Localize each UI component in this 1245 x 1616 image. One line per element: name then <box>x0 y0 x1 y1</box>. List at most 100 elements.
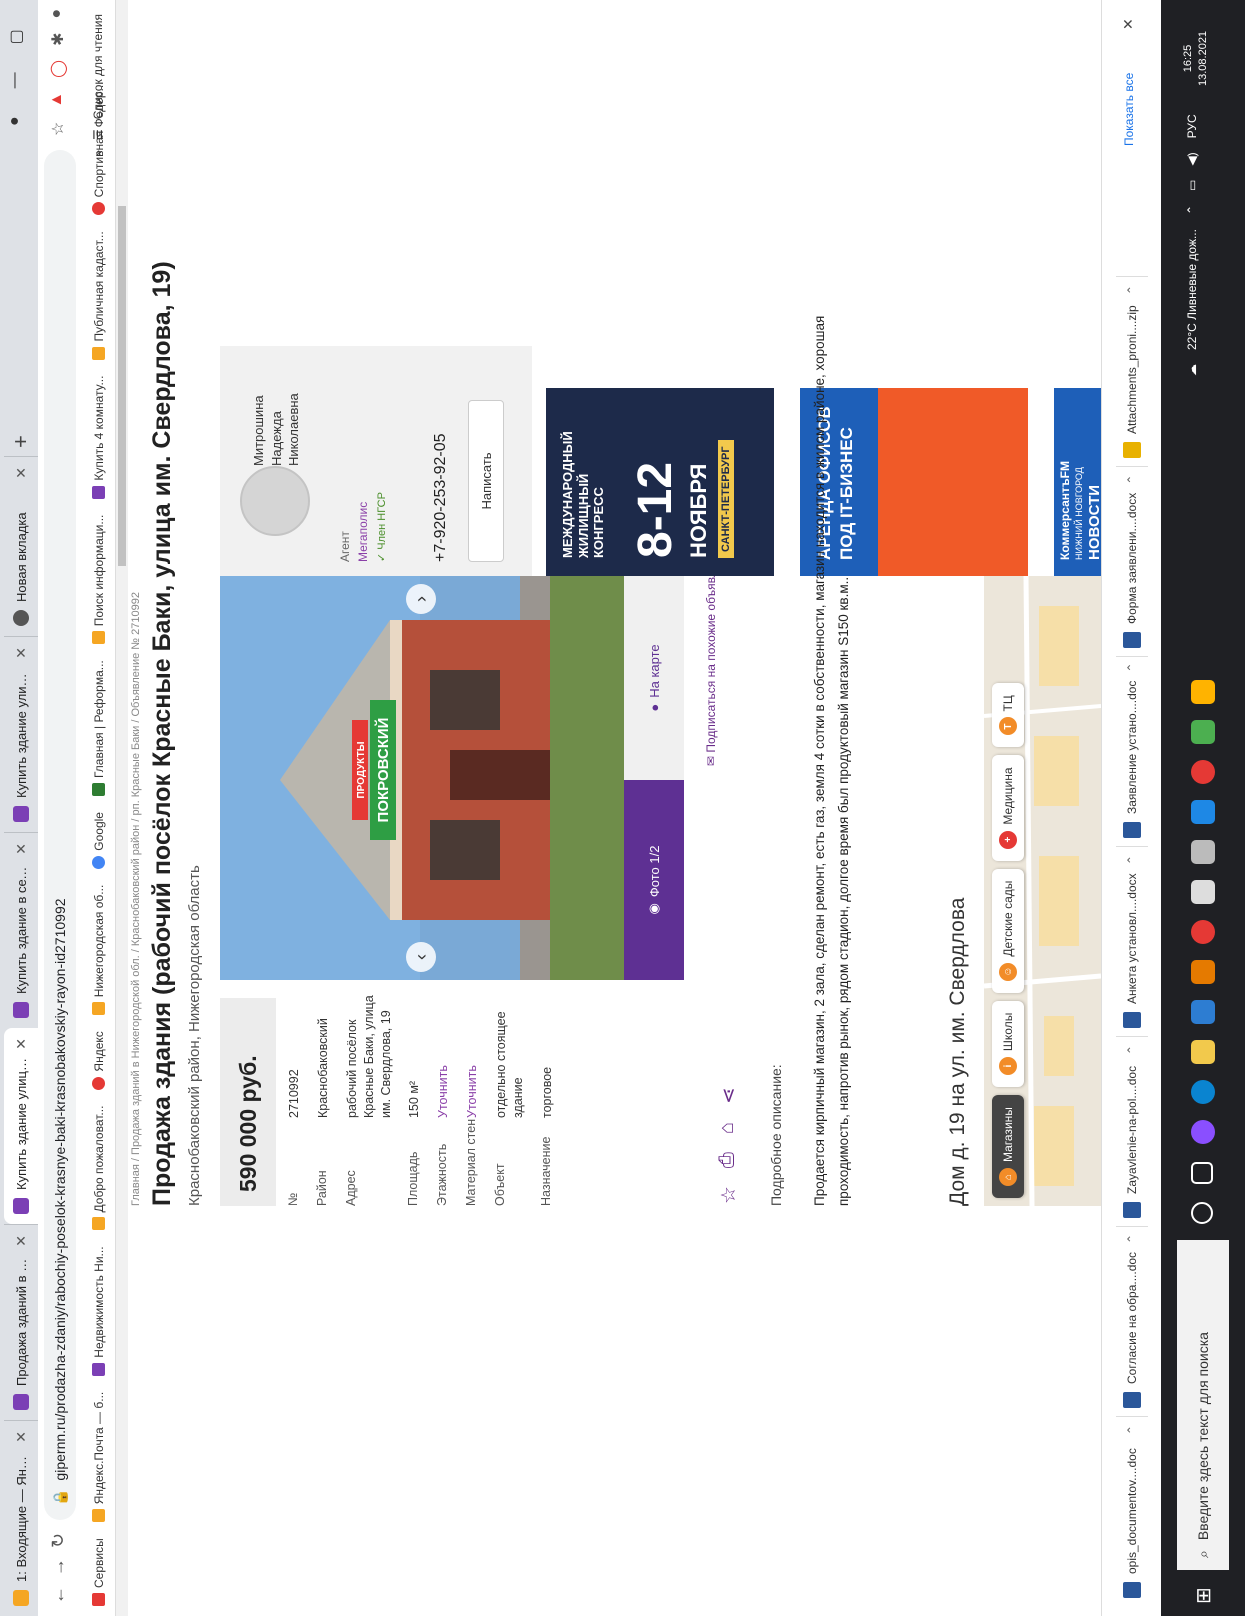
app-icon[interactable] <box>1191 800 1215 824</box>
close-tab-icon[interactable]: ✕ <box>13 467 30 479</box>
favorite-star-icon[interactable]: ☆ <box>716 1186 741 1204</box>
pdf-extension-icon[interactable]: ▲ <box>48 92 68 108</box>
edge-icon[interactable] <box>1191 1080 1215 1104</box>
ad-kommersant[interactable]: КоммерсантъFM НИЖНИЙ НОВГОРОД НОВОСТИ <box>1054 388 1101 576</box>
map-chip-kindergartens[interactable]: ☺ Детские сады <box>992 868 1024 993</box>
extensions-icon[interactable]: ✱ <box>48 33 68 46</box>
file-explorer-icon[interactable] <box>1191 1040 1215 1064</box>
app-icon[interactable] <box>1191 880 1215 904</box>
tab-active-listing[interactable]: Купить здание улица им. Сверд ✕ <box>4 1028 38 1224</box>
map-chip-medicine[interactable]: + Медицина <box>992 755 1024 861</box>
chevron-up-icon[interactable]: ⌃ <box>1125 475 1139 485</box>
bookmark-6[interactable]: Google <box>92 812 106 869</box>
scrollbar-thumb[interactable] <box>118 206 126 566</box>
forward-icon[interactable]: → <box>48 1558 69 1576</box>
app-icon[interactable] <box>1191 720 1215 744</box>
clarify-floors-link[interactable]: Уточнить <box>435 986 452 1118</box>
cortana-icon[interactable] <box>1191 1202 1213 1224</box>
bookmarks-more-button[interactable]: » <box>91 150 105 157</box>
language-indicator[interactable]: РУС <box>1185 114 1199 138</box>
new-tab-button[interactable]: + <box>8 435 34 448</box>
share-home-icon[interactable]: ⌂ <box>716 1122 741 1134</box>
agent-company-link[interactable]: Мегаполис <box>356 502 370 562</box>
chevron-up-icon[interactable]: ⌃ <box>1125 1234 1139 1244</box>
chrome-icon[interactable] <box>1191 920 1215 944</box>
taskbar-search[interactable]: ⌕ Введите здесь текст для поиска <box>1177 1240 1229 1570</box>
app-icon[interactable] <box>1191 840 1215 864</box>
yandex-browser-icon[interactable] <box>1191 760 1215 784</box>
bookmark-7[interactable]: Главная | Реформа... <box>92 660 106 797</box>
volume-icon[interactable]: ◀) <box>1185 152 1199 165</box>
close-window-icon[interactable]: ✕ <box>6 0 26 1</box>
bookmark-2[interactable]: Недвижимость Ни... <box>92 1246 106 1376</box>
chevron-up-icon[interactable]: ⌃ <box>1125 855 1139 865</box>
bookmark-5[interactable]: Нижегородская об... <box>92 885 106 1016</box>
reading-list-button[interactable]: Список для чтения <box>91 14 105 119</box>
bookmark-8[interactable]: Поиск информаци... <box>92 515 106 645</box>
download-item[interactable]: Attachments_proni....zip ⌃ <box>1116 276 1148 466</box>
bookmark-3[interactable]: Добро пожаловат... <box>92 1106 106 1231</box>
app-icon[interactable] <box>1191 960 1215 984</box>
windows-start-icon[interactable]: ⊞ <box>1191 1587 1216 1604</box>
tab-sokolova[interactable]: Купить здание улица Соколова ✕ <box>4 636 38 832</box>
chevron-up-icon[interactable]: ⌃ <box>1125 285 1139 295</box>
listing-photo[interactable]: ПОКРОВСКИЙ ПРОДУКТЫ ‹ › <box>220 576 624 980</box>
subscribe-link[interactable]: ✉ Подписаться на похожие объявления <box>704 544 718 766</box>
map-chip-malls[interactable]: T ТЦ <box>992 683 1024 748</box>
chevron-up-icon[interactable]: ⌃ <box>1125 1425 1139 1435</box>
clarify-material-link[interactable]: Уточнить <box>464 986 481 1118</box>
profile-icon[interactable]: ● <box>6 116 26 126</box>
download-item[interactable]: Анкета установл....docx ⌃ <box>1116 846 1148 1036</box>
app-icon[interactable] <box>1191 680 1215 704</box>
photo-counter-button[interactable]: ◉ Фото 1/2 <box>624 780 684 980</box>
download-item[interactable]: Заявление устано....doc ⌃ <box>1116 656 1148 846</box>
tray-expand-icon[interactable]: ⌃ <box>1185 205 1199 215</box>
profile-avatar-icon[interactable]: ● <box>48 9 68 19</box>
download-item[interactable]: Zayavlenie-na-pol....doc ⌃ <box>1116 1036 1148 1226</box>
store-icon[interactable] <box>1191 1000 1215 1024</box>
bookmark-10[interactable]: Публичная кадаст... <box>92 231 106 360</box>
horizontal-scrollbar[interactable] <box>116 0 128 1616</box>
photo-next-arrow[interactable]: › <box>406 584 436 614</box>
print-icon[interactable]: ⎙ <box>716 1152 741 1168</box>
map-chip-schools[interactable]: i Школы <box>992 1000 1024 1088</box>
photo-prev-arrow[interactable]: ‹ <box>406 942 436 972</box>
bookmark-9[interactable]: Купить 4 комнату... <box>92 376 106 499</box>
clock[interactable]: 16:25 13.08.2021 <box>1181 31 1212 86</box>
close-downloads-icon[interactable]: ✕ <box>1120 18 1137 30</box>
close-tab-icon[interactable]: ✕ <box>13 1038 30 1050</box>
chevron-up-icon[interactable]: ⌃ <box>1125 1045 1139 1055</box>
agent-phone[interactable]: +7-920-253-92-05 <box>432 433 450 562</box>
download-item[interactable]: Форма заявлени....docx ⌃ <box>1116 466 1148 656</box>
bookmark-star-icon[interactable]: ☆ <box>48 122 68 136</box>
weather-icon[interactable]: ☁ <box>1185 364 1199 376</box>
task-view-icon[interactable] <box>1191 1162 1213 1184</box>
close-tab-icon[interactable]: ✕ <box>13 1431 30 1443</box>
download-item[interactable]: opis_documentov....doc ⌃ <box>1116 1416 1148 1606</box>
tab-new[interactable]: Новая вкладка ✕ <box>4 456 38 636</box>
location-map[interactable]: ⌂ Магазины i Школы ☺ Детские сады + Медицина… <box>984 576 1101 1206</box>
back-icon[interactable]: ← <box>48 1586 69 1604</box>
reading-list-icon[interactable]: ☰ <box>91 129 105 140</box>
maximize-icon[interactable]: ▢ <box>6 29 26 44</box>
tab-velikovs[interactable]: Купить здание в селе Великовс ✕ <box>4 832 38 1028</box>
weather-text[interactable]: 22°C Ливневые дож... <box>1185 229 1199 350</box>
map-chip-shops[interactable]: ⌂ Магазины <box>992 1095 1024 1198</box>
bookmark-0[interactable]: Сервисы <box>92 1538 106 1606</box>
share-icon[interactable]: ⋖ <box>716 1087 741 1104</box>
bookmark-4[interactable]: Яндекс <box>92 1031 106 1090</box>
write-button[interactable]: Написать <box>468 400 504 562</box>
tab-yandex-mail[interactable]: 1: Входящие — Яндекс.Почта ✕ <box>4 1420 38 1616</box>
chevron-up-icon[interactable]: ⌃ <box>1125 663 1139 673</box>
opera-extension-icon[interactable]: ◯ <box>48 60 68 78</box>
close-tab-icon[interactable]: ✕ <box>13 1235 30 1247</box>
network-icon[interactable]: ▭ <box>1185 180 1199 191</box>
on-map-button[interactable]: ● На карте <box>624 576 684 780</box>
bookmark-1[interactable]: Яндекс.Почта — б... <box>92 1392 106 1523</box>
app-icon[interactable] <box>1191 1120 1215 1144</box>
address-bar[interactable]: 🔒 gipernn.ru/prodazha-zdaniy/rabochiy-po… <box>44 150 76 1520</box>
minimize-icon[interactable]: — <box>6 72 26 88</box>
reload-icon[interactable]: ↻ <box>48 1533 69 1548</box>
download-item[interactable]: Согласие на обра....doc ⌃ <box>1116 1226 1148 1416</box>
show-all-downloads-button[interactable]: Показать все <box>1122 73 1136 146</box>
